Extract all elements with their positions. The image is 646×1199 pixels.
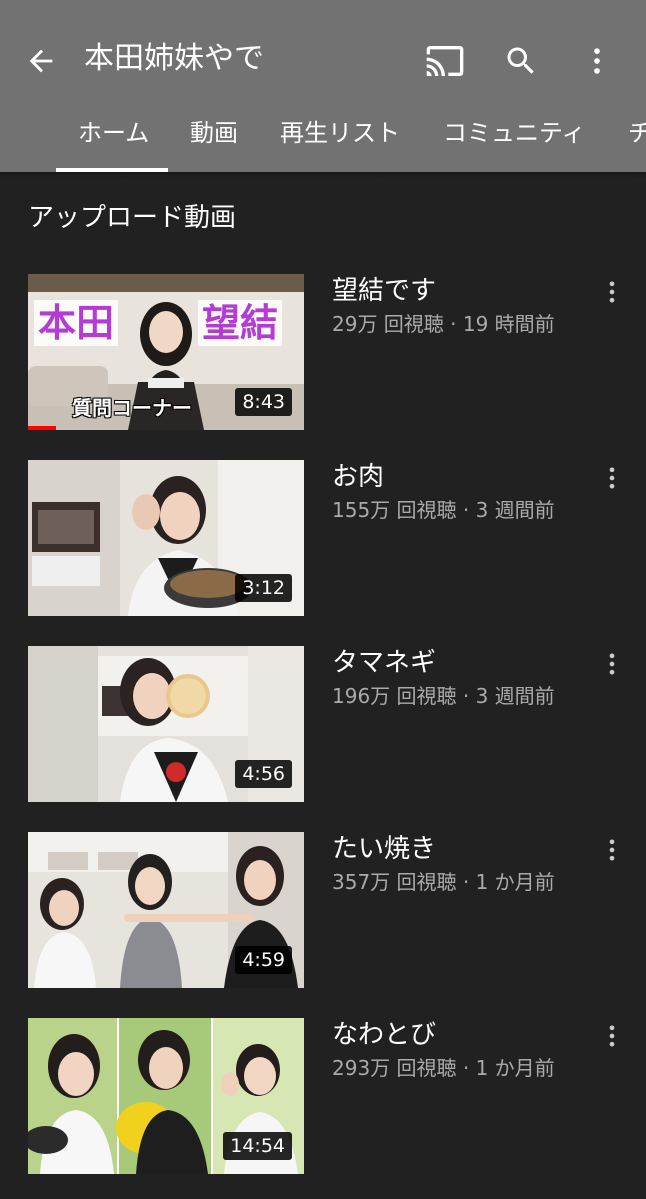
video-title[interactable]: 望結です	[332, 274, 436, 308]
video-menu-button[interactable]	[596, 276, 628, 308]
video-title[interactable]: たい焼き	[332, 832, 436, 866]
more-vert-icon	[609, 1025, 615, 1047]
video-menu-button[interactable]	[596, 462, 628, 494]
video-thumbnail[interactable]: 本田 望結 質問コーナー 8:43	[28, 274, 304, 430]
video-menu-button[interactable]	[596, 834, 628, 866]
video-thumbnail[interactable]: 3:12	[28, 460, 304, 616]
video-title[interactable]: タマネギ	[332, 646, 436, 680]
video-duration: 8:43	[235, 388, 292, 416]
more-vert-icon	[609, 467, 615, 489]
arrow-back-icon	[29, 49, 53, 73]
channel-title: 本田姉妹やで	[84, 41, 264, 76]
thumbnail-caption-bottom: 質問コーナー	[72, 396, 192, 420]
channel-header: 本田姉妹やで ホーム 動画 再生リスト コミュニティ チ	[0, 0, 646, 172]
header-shadow	[0, 172, 646, 178]
video-title[interactable]: なわとび	[332, 1018, 436, 1052]
video-thumbnail[interactable]: 14:54	[28, 1018, 304, 1174]
more-vert-icon	[594, 48, 600, 74]
video-item[interactable]: 4:59 たい焼き 357万 回視聴 · 1 か月前	[0, 832, 646, 990]
video-thumbnail[interactable]: 4:56	[28, 646, 304, 802]
video-duration: 3:12	[235, 574, 292, 602]
video-item[interactable]: 3:12 お肉 155万 回視聴 · 3 週間前	[0, 460, 646, 618]
tab-home[interactable]: ホーム	[78, 116, 149, 150]
more-vert-icon	[609, 653, 615, 675]
section-title: アップロード動画	[28, 203, 237, 233]
more-vert-icon	[609, 839, 615, 861]
video-metadata: 29万 回視聴 · 19 時間前	[332, 312, 555, 336]
back-button[interactable]	[18, 38, 64, 84]
video-menu-button[interactable]	[596, 648, 628, 680]
cast-button[interactable]	[422, 38, 468, 84]
video-metadata: 357万 回視聴 · 1 か月前	[332, 870, 555, 894]
video-thumbnail[interactable]: 4:59	[28, 832, 304, 988]
video-duration: 14:54	[223, 1132, 292, 1160]
video-menu-button[interactable]	[596, 1020, 628, 1052]
more-vert-icon	[609, 281, 615, 303]
video-duration: 4:59	[235, 946, 292, 974]
video-metadata: 196万 回視聴 · 3 週間前	[332, 684, 555, 708]
tab-playlists[interactable]: 再生リスト	[280, 116, 400, 150]
search-button[interactable]	[498, 38, 544, 84]
video-title[interactable]: お肉	[332, 460, 384, 494]
thumbnail-caption-right: 望結	[198, 300, 283, 346]
watch-progress-bar	[28, 426, 56, 430]
video-item[interactable]: 4:56 タマネギ 196万 回視聴 · 3 週間前	[0, 646, 646, 804]
video-metadata: 155万 回視聴 · 3 週間前	[332, 498, 555, 522]
more-options-button[interactable]	[574, 38, 620, 84]
thumbnail-caption-left: 本田	[34, 300, 119, 346]
video-metadata: 293万 回視聴 · 1 か月前	[332, 1056, 555, 1080]
tab-videos[interactable]: 動画	[190, 116, 238, 150]
video-item[interactable]: 本田 望結 質問コーナー 8:43 望結です 29万 回視聴 · 19 時間前	[0, 274, 646, 432]
channel-tabs: ホーム 動画 再生リスト コミュニティ チ	[0, 100, 646, 172]
tab-community[interactable]: コミュニティ	[443, 116, 586, 150]
video-duration: 4:56	[235, 760, 292, 788]
cast-icon	[426, 46, 464, 76]
tab-channels[interactable]: チ	[628, 116, 646, 150]
search-icon	[507, 47, 534, 74]
video-item[interactable]: 14:54 なわとび 293万 回視聴 · 1 か月前	[0, 1018, 646, 1176]
